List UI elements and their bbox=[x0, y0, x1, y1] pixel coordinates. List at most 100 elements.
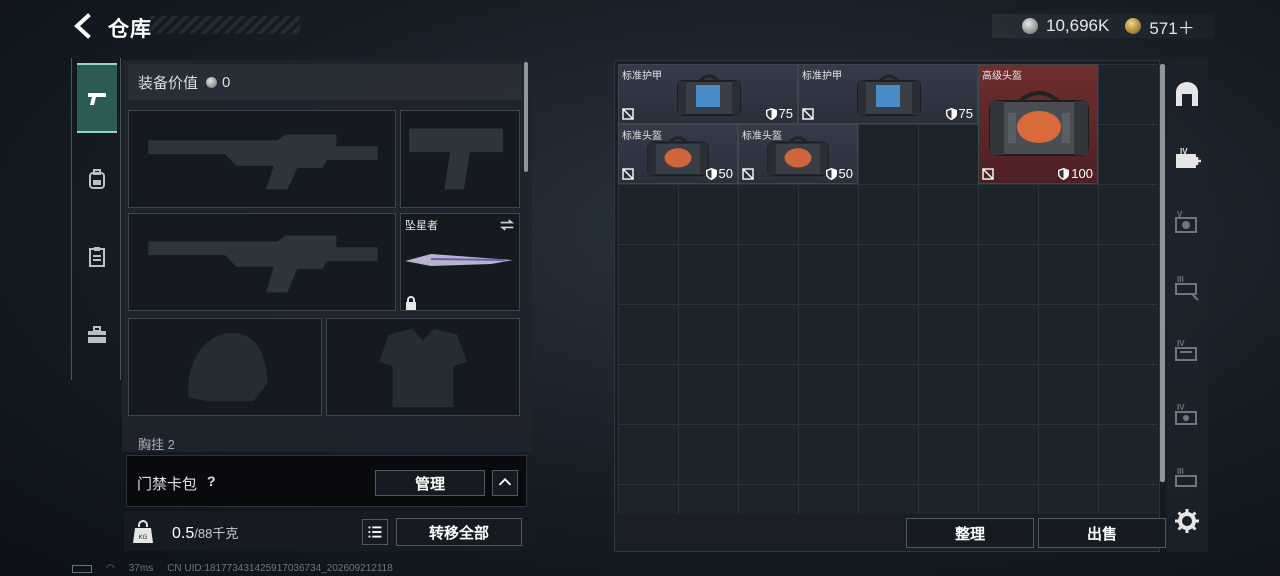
silver-coin-icon bbox=[1022, 18, 1038, 34]
durability-value: 50 bbox=[718, 166, 733, 181]
ping-value: 37ms bbox=[128, 563, 154, 574]
no-insure-icon bbox=[742, 168, 754, 180]
tier-v-icon: V bbox=[1175, 210, 1197, 233]
tier-iii-icon: III bbox=[1175, 275, 1199, 301]
back-button[interactable] bbox=[70, 12, 98, 40]
chest-rig-label: 胸挂 2 bbox=[138, 437, 175, 452]
rail-tier-iii-a[interactable]: III bbox=[1172, 272, 1202, 302]
tier-iv-icon: IV bbox=[1175, 403, 1197, 425]
tier-iv-icon: IV bbox=[1175, 339, 1197, 361]
storage-grid[interactable]: 标准护甲 75 标准护甲 75 高级头盔 100 标准头盔 50 标准头盔 50 bbox=[618, 64, 1158, 514]
storage-item[interactable]: 标准护甲 75 bbox=[798, 64, 978, 124]
no-insure-icon bbox=[802, 108, 814, 120]
tab-clipboard[interactable] bbox=[77, 222, 117, 292]
rail-all-storage[interactable] bbox=[1172, 80, 1202, 110]
rail-tier-iv-b[interactable]: IV bbox=[1172, 400, 1202, 430]
medkit-icon: IV bbox=[1176, 147, 1201, 168]
gold-coin-icon bbox=[1125, 18, 1142, 34]
no-insure-icon bbox=[622, 108, 634, 120]
tertiary-weapon-slot[interactable] bbox=[128, 213, 396, 311]
silver-coin-icon bbox=[206, 76, 218, 88]
chevron-up-icon bbox=[498, 478, 512, 486]
equipment-value: 0 bbox=[222, 73, 231, 91]
storage-panel: 标准护甲 75 标准护甲 75 高级头盔 100 标准头盔 50 标准头盔 50… bbox=[614, 60, 1166, 552]
pistol-silhouette-icon bbox=[409, 128, 504, 190]
page-title: 仓库 bbox=[108, 18, 152, 41]
storage-arch-icon bbox=[1176, 82, 1198, 106]
item-durability: 50 bbox=[825, 166, 853, 181]
organize-button[interactable]: 整理 bbox=[906, 518, 1034, 548]
rail-tier-v[interactable]: V bbox=[1172, 208, 1202, 238]
primary-weapon-slot[interactable] bbox=[128, 110, 396, 208]
keycard-help-icon[interactable]: ? bbox=[207, 473, 216, 489]
svg-text:IV: IV bbox=[1177, 339, 1185, 348]
svg-text:III: III bbox=[1177, 275, 1184, 284]
storage-item[interactable]: 高级头盔 100 bbox=[978, 64, 1098, 184]
rifle-silhouette-icon bbox=[148, 235, 378, 293]
title-decoration bbox=[150, 16, 300, 34]
keycard-bar: 门禁卡包 ? 管理 bbox=[126, 455, 527, 507]
lock-icon bbox=[406, 296, 416, 310]
list-view-button[interactable] bbox=[362, 519, 388, 545]
item-durability: 100 bbox=[1058, 166, 1093, 181]
melee-weapon-slot[interactable]: 坠星者 bbox=[400, 213, 520, 311]
shield-icon bbox=[705, 167, 717, 180]
tab-backpack[interactable] bbox=[77, 144, 117, 214]
wifi-icon: ◠ bbox=[106, 563, 115, 574]
settings-button[interactable] bbox=[1172, 506, 1202, 536]
storage-scrollbar[interactable] bbox=[1160, 64, 1165, 482]
sell-button[interactable]: 出售 bbox=[1038, 518, 1166, 548]
shield-icon bbox=[765, 107, 777, 120]
shield-icon bbox=[825, 167, 837, 180]
storage-item[interactable]: 标准头盔 50 bbox=[738, 124, 858, 184]
svg-text:III: III bbox=[1177, 467, 1184, 476]
back-arrow-icon bbox=[74, 13, 91, 39]
item-name: 标准护甲 bbox=[802, 71, 842, 82]
storage-category-rail: IV V III IV IV III bbox=[1166, 60, 1208, 552]
storage-item[interactable]: 标准头盔 50 bbox=[618, 124, 738, 184]
vest-silhouette-icon bbox=[378, 328, 468, 408]
durability-value: 75 bbox=[958, 106, 973, 121]
shield-icon bbox=[1058, 167, 1070, 180]
no-insure-icon bbox=[622, 168, 634, 180]
helmet-silhouette-icon bbox=[188, 332, 268, 402]
gold-amount[interactable]: 571＋ bbox=[1149, 14, 1194, 39]
category-tabs bbox=[71, 58, 121, 380]
tab-weapons[interactable] bbox=[77, 63, 117, 133]
durability-value: 75 bbox=[778, 106, 793, 121]
rail-medical[interactable]: IV bbox=[1172, 144, 1202, 174]
tab-briefcase[interactable] bbox=[77, 300, 117, 370]
silver-amount: 10,696K bbox=[1046, 16, 1110, 35]
armor-slot[interactable] bbox=[326, 318, 520, 416]
shield-icon bbox=[945, 107, 957, 120]
keycard-label: 门禁卡包 bbox=[137, 476, 198, 493]
manage-button[interactable]: 管理 bbox=[375, 470, 485, 496]
equipment-value-row: 装备价值 0 bbox=[128, 64, 522, 100]
equipment-scrollbar[interactable] bbox=[524, 62, 528, 172]
clipboard-icon bbox=[89, 247, 105, 267]
status-bar: ◠ 37ms CN UID:18177343142591703673​4_202… bbox=[72, 563, 393, 574]
svg-text:IV: IV bbox=[1177, 403, 1185, 412]
rifle-silhouette-icon bbox=[148, 134, 378, 190]
pistol-icon bbox=[88, 93, 106, 105]
armor-bag-icon bbox=[677, 74, 741, 116]
backpack-icon bbox=[89, 169, 105, 189]
storage-item[interactable]: 标准护甲 75 bbox=[618, 64, 798, 124]
transfer-all-button[interactable]: 转移全部 bbox=[396, 518, 522, 546]
item-name: 标准护甲 bbox=[622, 71, 662, 82]
item-name: 高级头盔 bbox=[982, 71, 1022, 82]
secondary-weapon-slot[interactable] bbox=[400, 110, 520, 208]
item-durability: 75 bbox=[765, 106, 793, 121]
rail-tier-iv[interactable]: IV bbox=[1172, 336, 1202, 366]
briefcase-icon bbox=[88, 326, 106, 343]
expand-toggle-button[interactable] bbox=[492, 470, 518, 496]
durability-value: 100 bbox=[1071, 166, 1093, 181]
svg-text:V: V bbox=[1177, 210, 1183, 219]
helmet-slot[interactable] bbox=[128, 318, 322, 416]
gear-icon bbox=[1175, 509, 1199, 533]
rail-tier-iii-b[interactable]: III bbox=[1172, 464, 1202, 494]
helmet-bag-icon bbox=[647, 136, 709, 177]
equipment-value-label: 装备价值 bbox=[138, 74, 199, 92]
armor-bag-icon bbox=[857, 74, 921, 116]
premium-helmet-bag-icon bbox=[989, 91, 1089, 156]
